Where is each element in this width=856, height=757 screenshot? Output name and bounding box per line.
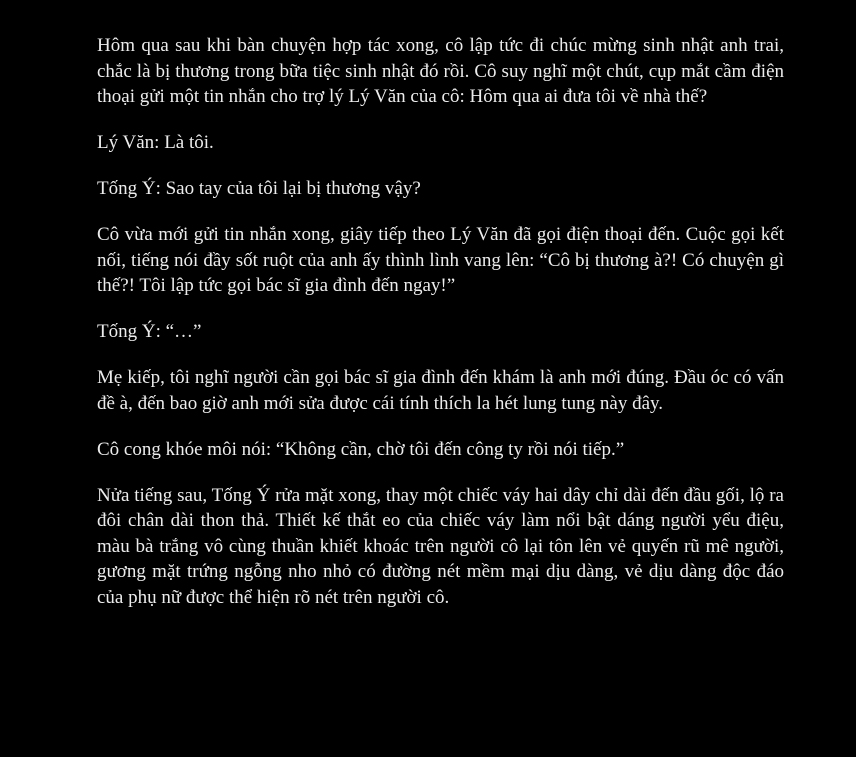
paragraph: Cô vừa mới gửi tin nhắn xong, giây tiếp … (97, 224, 784, 296)
paragraph: Hôm qua sau khi bàn chuyện hợp tác xong,… (97, 35, 784, 107)
paragraph: Nửa tiếng sau, Tống Ý rửa mặt xong, thay… (97, 484, 784, 608)
reader-page: Hôm qua sau khi bàn chuyện hợp tác xong,… (0, 0, 856, 757)
story-text: Hôm qua sau khi bàn chuyện hợp tác xong,… (97, 33, 784, 631)
paragraph: Mẹ kiếp, tôi nghĩ người cần gọi bác sĩ g… (97, 367, 784, 414)
paragraph: Tống Ý: Sao tay của tôi lại bị thương vậ… (97, 178, 421, 199)
paragraph: Lý Văn: Là tôi. (97, 132, 214, 153)
paragraph: Tống Ý: “…” (97, 321, 202, 342)
paragraph: Cô cong khóe môi nói: “Không cần, chờ tô… (97, 438, 625, 460)
